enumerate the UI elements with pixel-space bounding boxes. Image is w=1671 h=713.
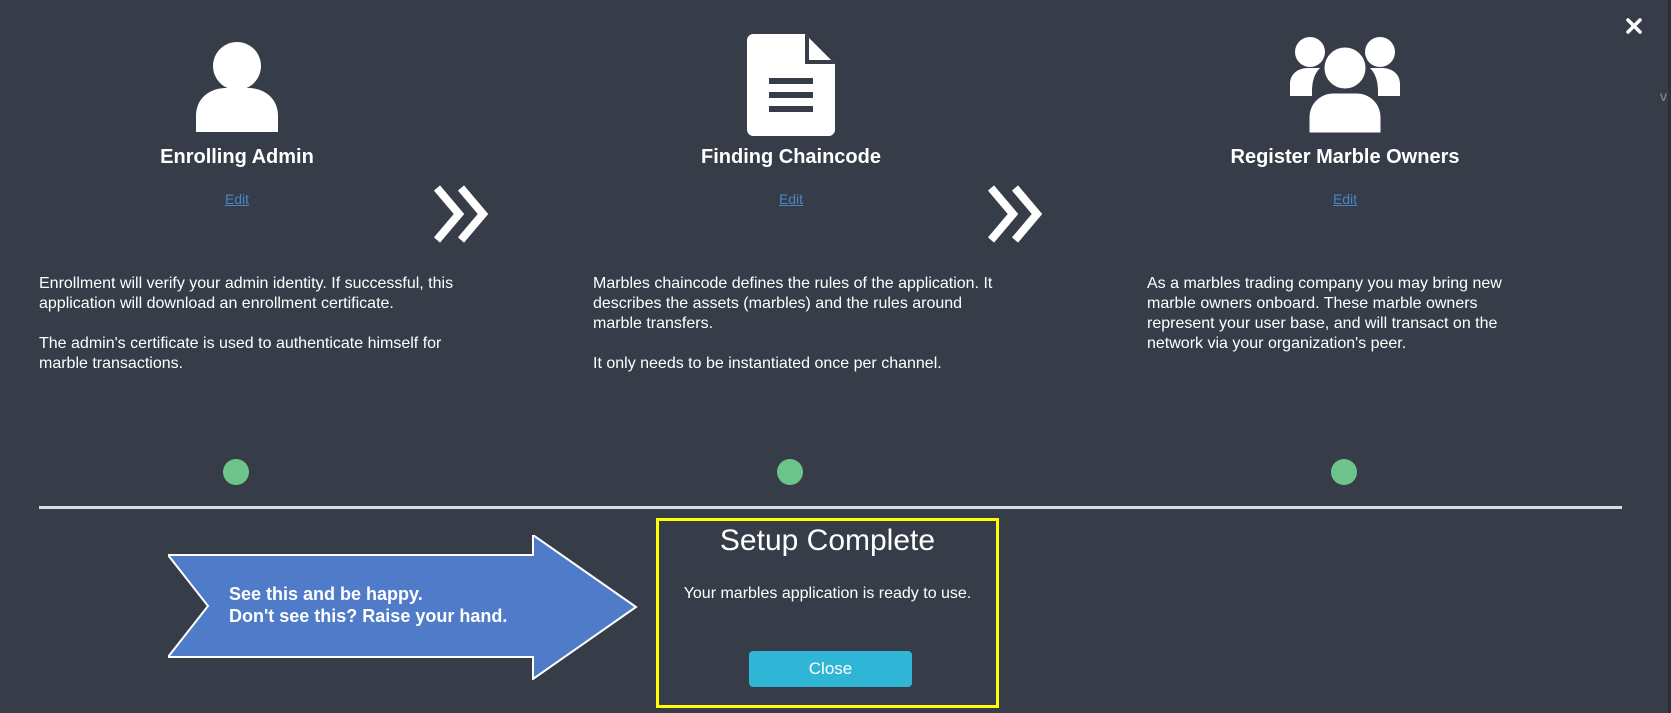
setup-complete-content: Setup Complete Your marbles application … [656, 0, 999, 713]
step-title: Register Marble Owners [1230, 146, 1460, 168]
step-register-marble-owners: Register Marble Owners Edit As a marbles… [0, 0, 1502, 485]
setup-complete-title: Setup Complete [719, 524, 936, 557]
callout-text: See this and be happy. Don't see this? R… [229, 583, 507, 627]
edit-link[interactable]: Edit [1225, 191, 1465, 207]
callout-line: See this and be happy. [229, 584, 423, 604]
step-description: As a marbles trading company you may bri… [1147, 274, 1527, 374]
users-icon [1225, 34, 1465, 134]
close-icon[interactable] [1620, 12, 1648, 40]
callout-line: Don't see this? Raise your hand. [229, 606, 508, 626]
setup-complete-message: Your marbles application is ready to use… [683, 585, 972, 602]
step-paragraph: As a marbles trading company you may bri… [1147, 275, 1502, 352]
close-button[interactable]: Close [749, 651, 912, 687]
cut-off-text: v [1660, 88, 1667, 104]
status-dot-complete [1331, 459, 1357, 485]
